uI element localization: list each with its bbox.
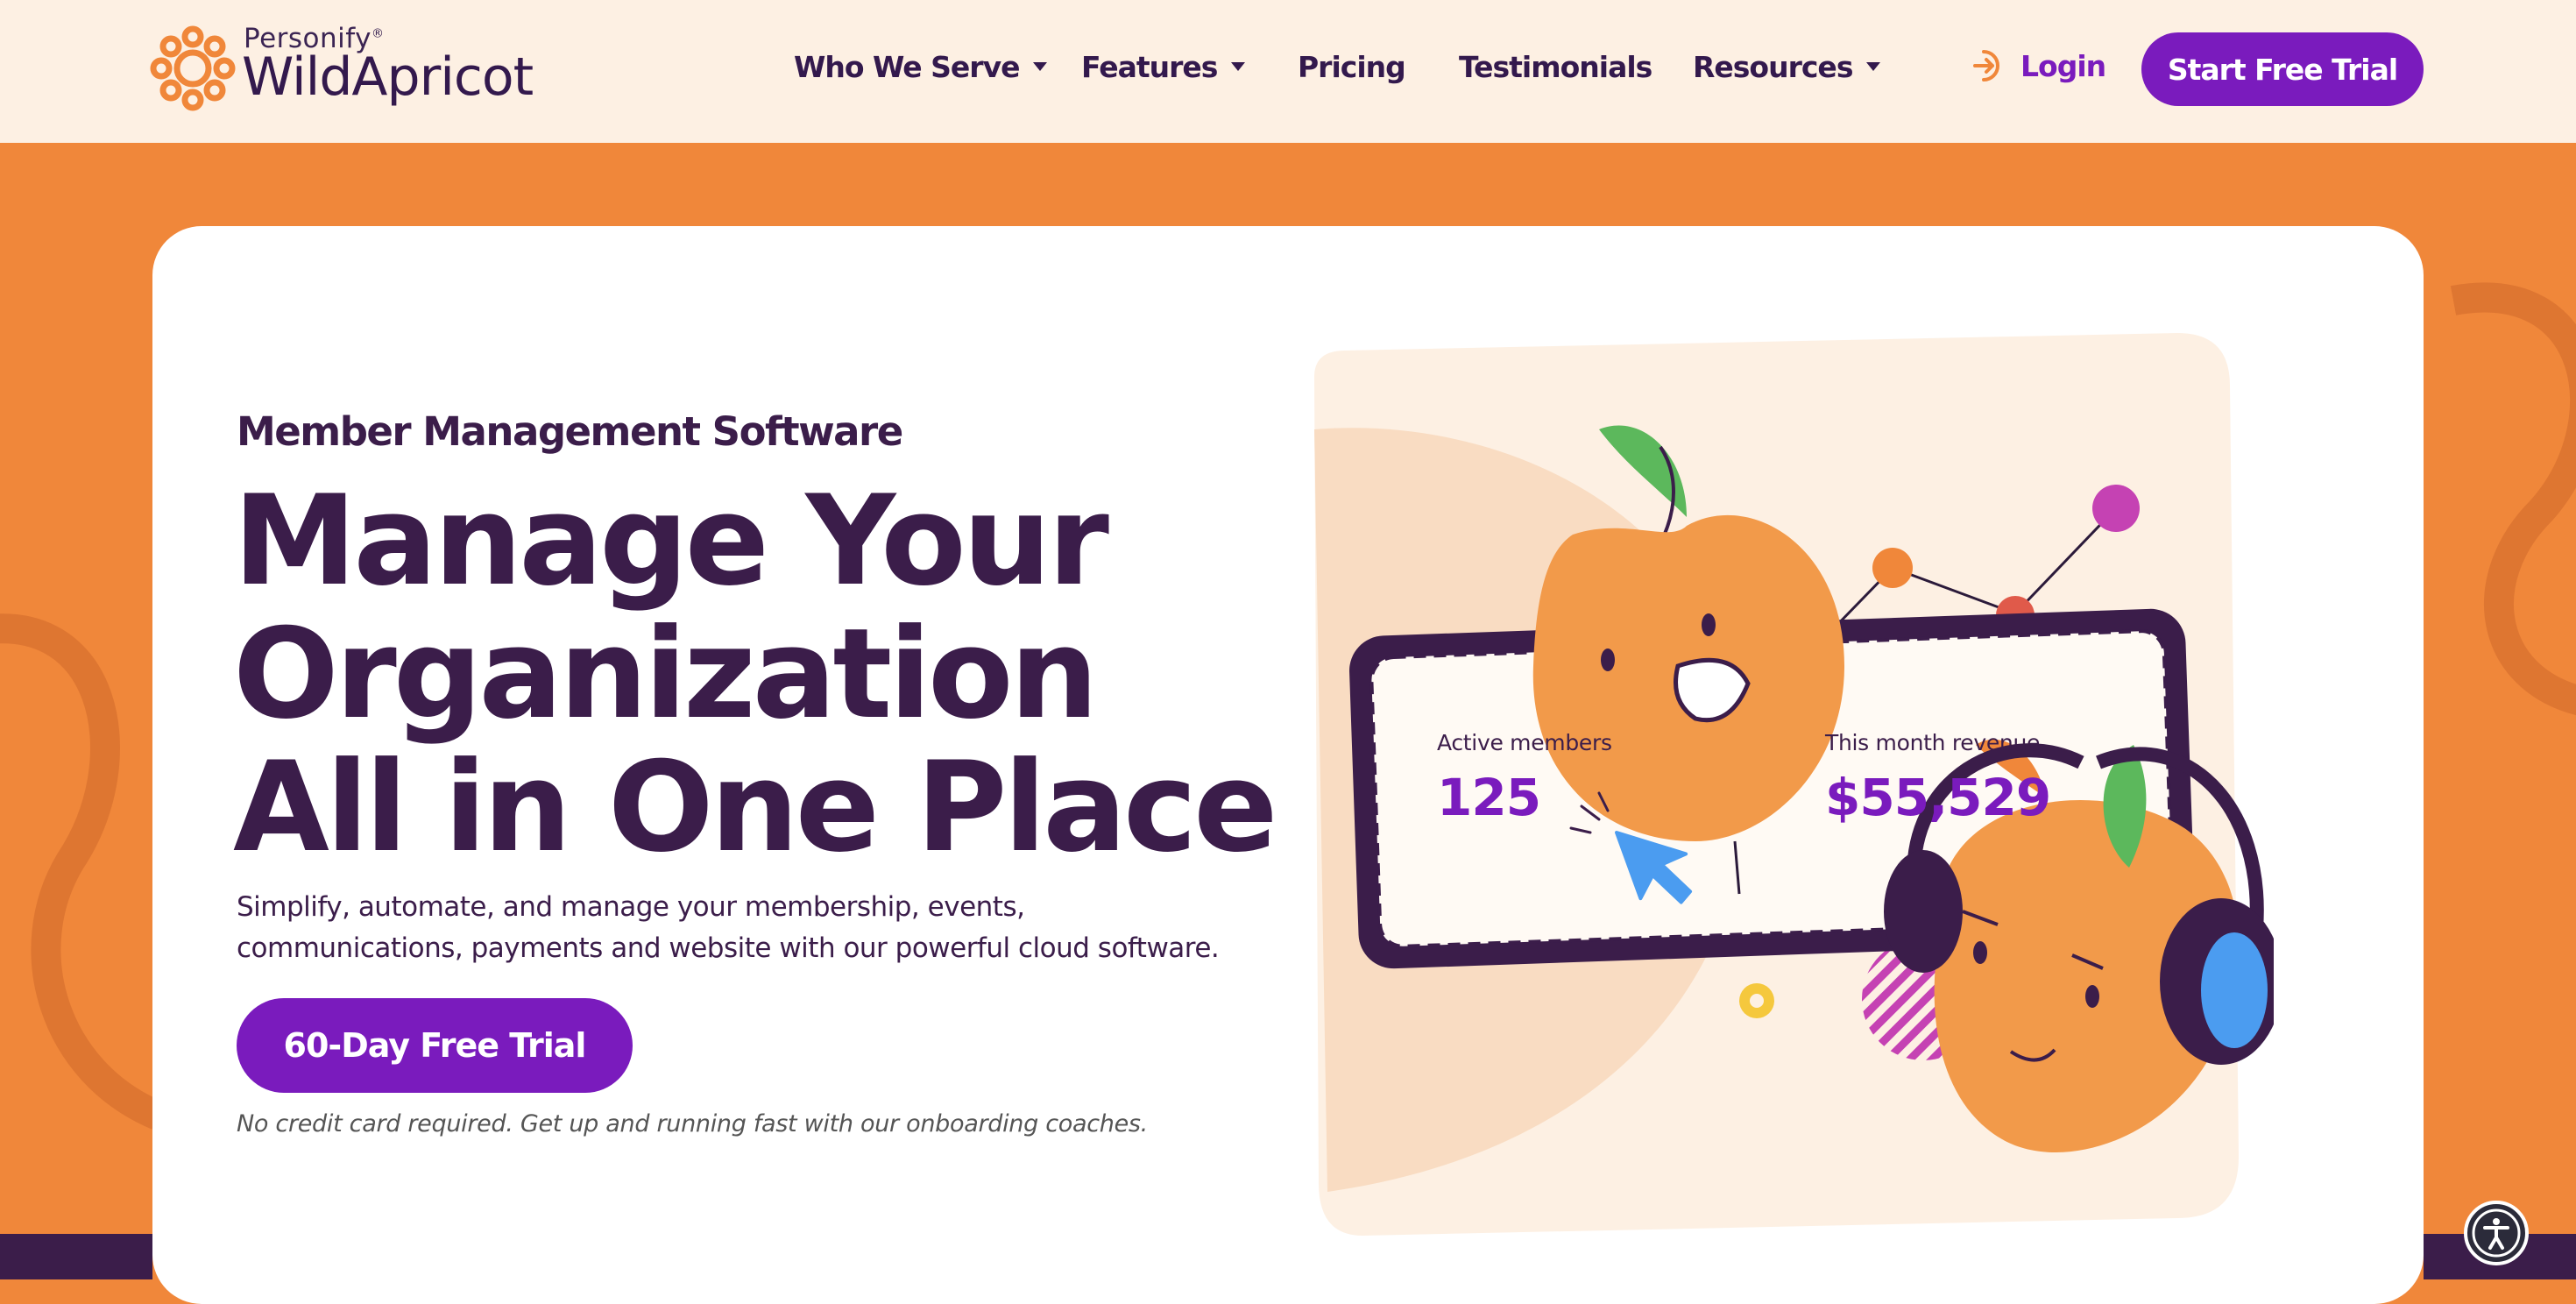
- caret-down-icon: [1866, 61, 1881, 71]
- revenue-label: This month revenue: [1825, 730, 2041, 755]
- caret-down-icon: [1231, 61, 1246, 71]
- wildapricot-logo[interactable]: Personify® WildApricot: [149, 19, 543, 117]
- nav-who-we-serve[interactable]: Who We Serve: [794, 50, 1048, 84]
- logo-flower-icon: [150, 25, 236, 111]
- start-free-trial-button[interactable]: Start Free Trial: [2141, 32, 2424, 106]
- hero-illustration: Active members 125 This month revenue $5…: [1310, 315, 2274, 1244]
- nav-label: Pricing: [1298, 50, 1406, 84]
- nav-resources[interactable]: Resources: [1693, 50, 1881, 84]
- active-members-value: 125: [1437, 768, 1541, 827]
- nav-label: Resources: [1693, 50, 1853, 84]
- gear-icon: [1739, 983, 1774, 1018]
- logo-brand-name: WildApricot: [242, 46, 534, 108]
- hero-subtext: Simplify, automate, and manage your memb…: [237, 891, 1220, 964]
- footer-strip-left: [0, 1234, 152, 1279]
- login-link[interactable]: Login: [1970, 46, 2106, 85]
- nav-label: Features: [1081, 50, 1218, 84]
- accessibility-button[interactable]: [2464, 1201, 2529, 1265]
- nav-features[interactable]: Features: [1081, 50, 1246, 84]
- caret-down-icon: [1033, 61, 1048, 71]
- accessibility-icon: [2472, 1208, 2521, 1258]
- active-members-label: Active members: [1437, 730, 1612, 755]
- nav-pricing[interactable]: Pricing: [1298, 50, 1406, 84]
- nav-label: Testimonials: [1459, 50, 1652, 84]
- nav-testimonials[interactable]: Testimonials: [1459, 50, 1652, 84]
- revenue-value: $55,529: [1825, 768, 2051, 827]
- nav-label: Who We Serve: [794, 50, 1020, 84]
- site-header: Personify® WildApricot Who We Serve Feat…: [0, 0, 2576, 143]
- free-trial-button[interactable]: 60-Day Free Trial: [237, 998, 633, 1093]
- hero-eyebrow: Member Management Software: [237, 408, 903, 455]
- hero-headline: Manage Your Organization All in One Plac…: [233, 469, 1277, 880]
- login-arrow-icon: [1973, 50, 1999, 82]
- login-label: Login: [2020, 48, 2106, 83]
- hero-note: No credit card required. Get up and runn…: [237, 1110, 1148, 1137]
